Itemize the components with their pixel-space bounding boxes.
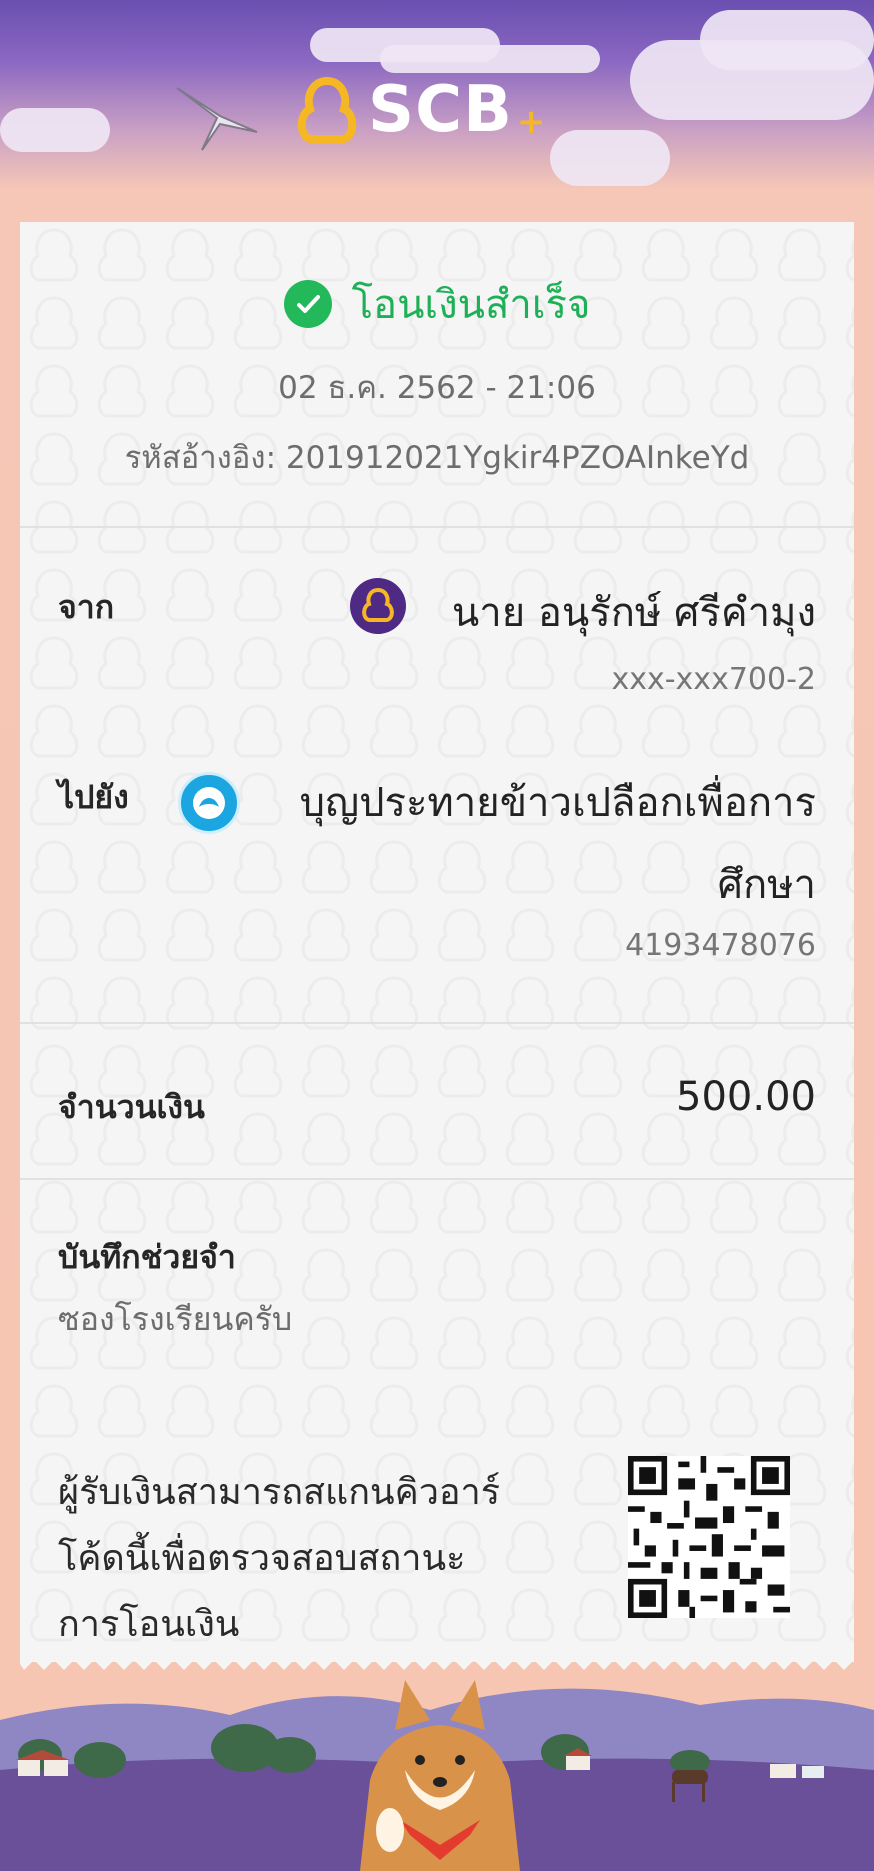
recipient-name-line1: บุญประทายข้าวเปลือกเพื่อการ (299, 780, 816, 826)
from-label: จาก (58, 588, 115, 626)
qr-code[interactable] (628, 1456, 790, 1618)
brand-name: SCB (368, 73, 513, 147)
status-row: โอนเงินสำเร็จ (0, 272, 874, 336)
cloud (380, 45, 600, 73)
brand-plus: + (516, 102, 546, 142)
scb-logo-icon (297, 77, 357, 143)
bird-illustration (176, 87, 258, 151)
qr-instruction-line: การโอนเงิน (58, 1604, 240, 1645)
qr-instruction-line: ผู้รับเงินสามารถสแกนคิวอาร์ (58, 1472, 501, 1513)
to-label: ไปยัง (58, 778, 129, 816)
memo-text: ซองโรงเรียนครับ (58, 1300, 293, 1338)
recipient-name-line2: ศึกษา (717, 862, 816, 908)
scb-logo: SCB + (296, 70, 545, 150)
memo-label: บันทึกช่วยจำ (58, 1238, 236, 1276)
cloud (700, 10, 874, 70)
amount-label: จำนวนเงิน (58, 1088, 205, 1126)
qr-instruction: ผู้รับเงินสามารถสแกนคิวอาร์ โค้ดนี้เพื่อ… (58, 1460, 578, 1658)
check-circle-icon (283, 280, 332, 328)
landscape-illustration (0, 1680, 874, 1871)
qr-instruction-line: โค้ดนี้เพื่อตรวจสอบสถานะ (58, 1538, 466, 1579)
reference-code: รหัสอ้างอิง: 201912021Ygkir4PZOAInkeYd (124, 440, 750, 476)
cloud (0, 108, 110, 152)
divider (20, 1178, 854, 1180)
divider (20, 1022, 854, 1024)
status-title: โอนเงินสำเร็จ (351, 282, 591, 328)
cloud (550, 130, 670, 186)
recipient-account: 4193478076 (625, 928, 816, 963)
divider (20, 526, 854, 528)
sender-account: xxx-xxx700-2 (611, 662, 816, 697)
sender-name: นาย อนุรักษ์ ศรีคำมุง (451, 590, 816, 636)
transfer-datetime: 02 ธ.ค. 2562 - 21:06 (278, 370, 596, 406)
amount-value: 500.00 (676, 1074, 816, 1120)
ktb-bank-icon (178, 772, 240, 834)
scb-bank-icon (350, 578, 406, 634)
